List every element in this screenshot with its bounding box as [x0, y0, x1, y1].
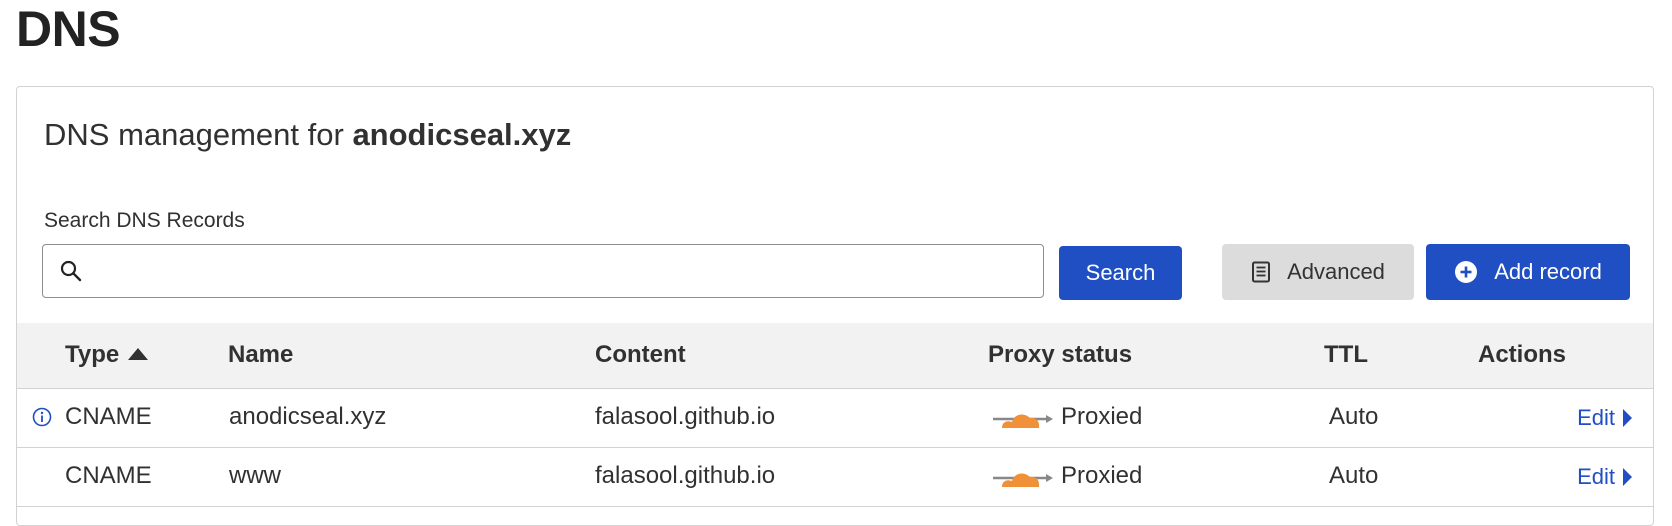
edit-record-link[interactable]: Edit [1577, 405, 1633, 431]
record-content: falasool.github.io [595, 462, 776, 489]
edit-record-link[interactable]: Edit [1577, 464, 1633, 490]
advanced-button[interactable]: Advanced [1222, 244, 1414, 300]
plus-circle-icon [1454, 260, 1478, 284]
add-record-button[interactable]: Add record [1426, 244, 1630, 300]
column-header-type-label: Type [65, 341, 120, 368]
table-row: CNAME www falasool.github.io Proxied Aut… [17, 448, 1653, 507]
column-header-type[interactable]: Type [65, 341, 149, 369]
info-icon[interactable] [32, 407, 52, 432]
advanced-button-label: Advanced [1287, 259, 1385, 284]
search-button[interactable]: Search [1059, 246, 1182, 300]
cloud-icon [993, 406, 1053, 437]
add-record-button-label: Add record [1494, 259, 1602, 284]
search-label: Search DNS Records [44, 209, 245, 232]
record-type: CNAME [65, 403, 152, 430]
record-ttl: Auto [1329, 403, 1379, 430]
document-icon [1251, 261, 1271, 283]
dns-management-card: DNS management for anodicseal.xyz Search… [16, 86, 1654, 526]
record-ttl: Auto [1329, 462, 1379, 489]
page-title: DNS [16, 1, 121, 57]
record-name: anodicseal.xyz [229, 403, 387, 430]
card-heading: DNS management for anodicseal.xyz [44, 117, 571, 153]
search-icon [59, 259, 83, 288]
card-heading-prefix: DNS management for [44, 117, 344, 152]
caret-right-icon [1622, 408, 1633, 428]
proxy-status: Proxied [1061, 403, 1143, 430]
record-name: www [229, 462, 281, 489]
column-header-ttl[interactable]: TTL [1324, 341, 1368, 369]
record-content: falasool.github.io [595, 403, 776, 430]
zone-domain: anodicseal.xyz [352, 117, 572, 152]
column-header-name[interactable]: Name [228, 341, 293, 369]
proxy-status: Proxied [1061, 462, 1143, 489]
table-row: CNAME anodicseal.xyz falasool.github.io … [17, 389, 1653, 448]
record-type: CNAME [65, 462, 152, 489]
table-header: Type Name Content Proxy status TTL Actio… [17, 323, 1653, 389]
column-header-content[interactable]: Content [595, 341, 686, 369]
cloud-icon [993, 465, 1053, 496]
column-header-actions: Actions [1478, 341, 1567, 368]
caret-right-icon [1622, 467, 1633, 487]
edit-label: Edit [1577, 464, 1615, 489]
search-button-label: Search [1085, 260, 1156, 285]
edit-label: Edit [1577, 405, 1615, 430]
search-field[interactable] [42, 244, 1044, 298]
search-input[interactable] [97, 247, 1031, 295]
column-header-proxy-status[interactable]: Proxy status [988, 341, 1132, 369]
sort-ascending-icon [127, 340, 149, 368]
